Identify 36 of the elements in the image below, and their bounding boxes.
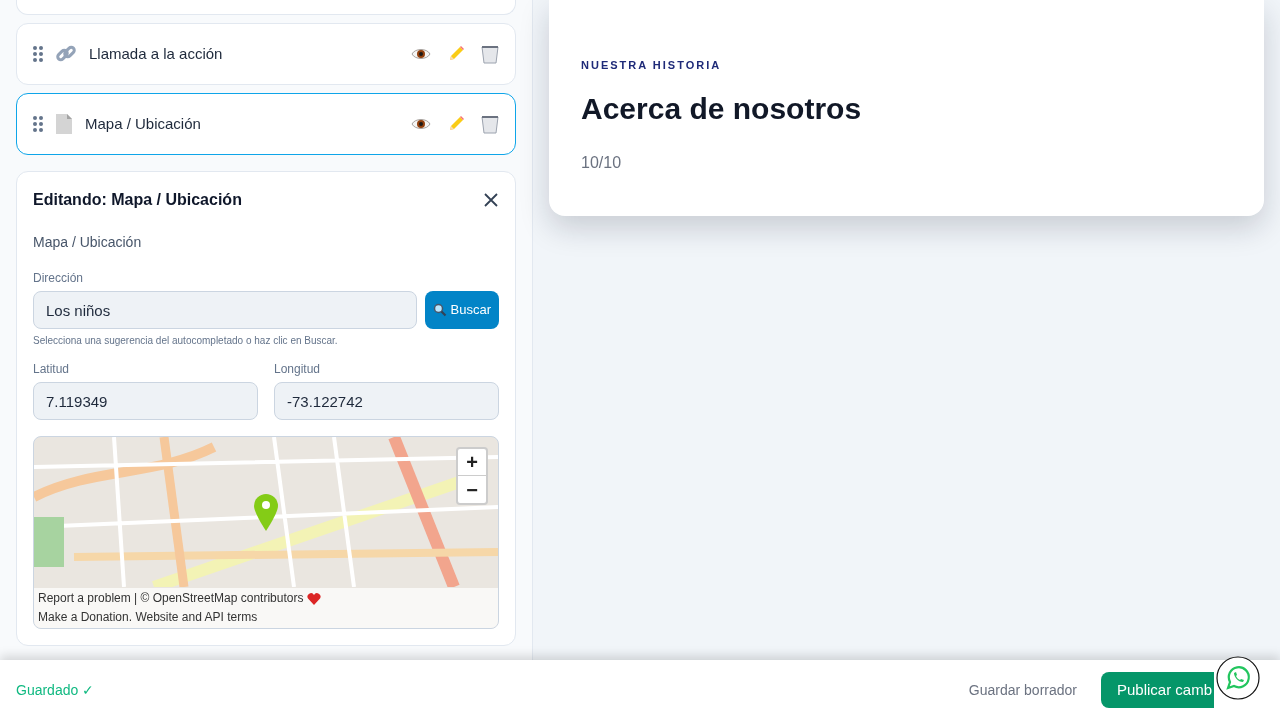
chat-bubble-icon[interactable] <box>1216 656 1260 700</box>
drag-handle-icon[interactable] <box>33 116 43 132</box>
block-title: Llamada a la acción <box>89 43 224 64</box>
save-draft-button[interactable]: Guardar borrador <box>956 672 1089 708</box>
section-text: 10/10 <box>581 152 623 173</box>
longitude-field[interactable]: -73.122742 <box>274 382 499 420</box>
field-label: Latitud <box>33 361 71 378</box>
search-icon <box>432 303 447 317</box>
block-title: Mapa / Ubicación <box>85 113 202 134</box>
section-eyebrow: NUESTRA HISTORIA <box>581 58 723 73</box>
publish-button[interactable]: Publicar camb <box>1101 672 1214 708</box>
field-label: Dirección <box>33 270 84 287</box>
zoom-out-button[interactable]: − <box>458 476 486 503</box>
trash-icon[interactable] <box>481 44 499 64</box>
close-icon[interactable] <box>483 192 499 208</box>
donation-link[interactable]: Make a Donation. Website and API terms <box>38 608 258 627</box>
search-button[interactable]: Buscar <box>424 291 499 329</box>
section-heading: Acerca de nosotros <box>581 90 863 127</box>
document-icon <box>55 113 73 135</box>
save-status: Guardado ✓ <box>16 680 96 700</box>
map-pin-icon <box>253 493 279 531</box>
block-card[interactable]: Mapa / Ubicación <box>16 93 516 155</box>
block-card[interactable]: Llamada a la acción <box>16 23 516 85</box>
hint-text: Selecciona una sugerencia del autocompletado o haz clic en Buscar. <box>33 334 339 348</box>
drag-handle-icon[interactable] <box>33 46 43 62</box>
eye-icon[interactable] <box>411 117 431 131</box>
latitude-field[interactable]: 7.119349 <box>33 382 258 420</box>
map-attribution: Report a problem | © OpenStreetMap contributors <box>38 590 304 607</box>
editor-title: Editando: Mapa / Ubicación <box>33 190 242 210</box>
editor-subtitle: Mapa / Ubicación <box>33 233 143 252</box>
eye-icon[interactable] <box>411 47 431 61</box>
zoom-in-button[interactable]: + <box>458 449 486 476</box>
trash-icon[interactable] <box>481 114 499 134</box>
heart-icon <box>307 592 322 605</box>
field-label: Longitud <box>274 361 322 378</box>
address-field[interactable]: Los niños <box>33 291 417 329</box>
